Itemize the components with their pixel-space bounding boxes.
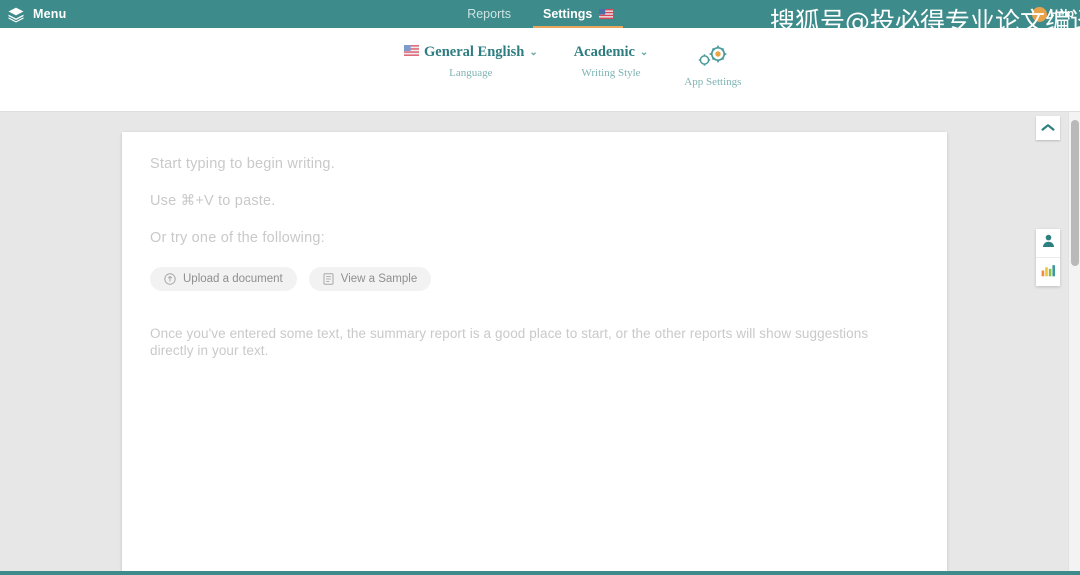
editor-hint-text: Once you've entered some text, the summa…	[150, 326, 869, 359]
placeholder-line-2: Use ⌘+V to paste.	[150, 193, 276, 209]
upload-circle-icon	[164, 273, 176, 285]
side-tools-panel	[1036, 229, 1060, 286]
watermark-text: 搜狐号@投必得专业论文编译	[770, 7, 1080, 36]
placeholder-actions: Upload a document View a Sample	[150, 267, 910, 291]
language-caption: Language	[449, 67, 493, 79]
settings-toolbar: General English ⌄ Language Academic ⌄ Wr…	[0, 28, 1080, 112]
chevron-up-icon	[1041, 119, 1055, 137]
editor-workspace: Start typing to begin writing. Use ⌘+V t…	[0, 112, 1080, 571]
profile-button[interactable]	[1036, 229, 1060, 257]
person-icon	[1042, 234, 1055, 253]
upload-document-button[interactable]: Upload a document	[150, 267, 297, 291]
nav-item-settings[interactable]: Settings	[533, 0, 623, 29]
writing-style-selector[interactable]: Academic ⌄ Writing Style	[574, 44, 649, 79]
chevron-down-icon: ⌄	[529, 47, 538, 58]
writing-style-caption: Writing Style	[581, 67, 641, 79]
vertical-scrollbar[interactable]	[1068, 112, 1080, 571]
upload-document-label: Upload a document	[183, 273, 283, 285]
bottom-bar	[0, 571, 1080, 575]
view-sample-label: View a Sample	[340, 273, 418, 285]
document-icon	[323, 273, 334, 285]
bar-chart-icon	[1041, 263, 1056, 282]
statistics-button[interactable]	[1036, 257, 1060, 286]
us-flag-icon	[598, 1, 613, 29]
chevron-down-icon: ⌄	[639, 47, 649, 58]
document-card[interactable]: Start typing to begin writing. Use ⌘+V t…	[122, 132, 947, 571]
language-value: General English	[424, 44, 525, 60]
collapse-panel-button[interactable]	[1036, 116, 1060, 140]
view-sample-button[interactable]: View a Sample	[308, 267, 432, 291]
placeholder-line-1: Start typing to begin writing.	[150, 156, 335, 172]
placeholder-line-3: Or try one of the following:	[150, 230, 325, 246]
language-selector[interactable]: General English ⌄ Language	[404, 44, 538, 79]
gears-icon	[696, 44, 730, 70]
us-flag-icon	[404, 44, 419, 61]
app-settings-caption: App Settings	[684, 76, 742, 88]
app-settings-button[interactable]: App Settings	[684, 44, 741, 88]
writing-style-value: Academic	[573, 44, 635, 60]
nav-item-reports[interactable]: Reports	[465, 0, 513, 28]
scrollbar-thumb[interactable]	[1071, 120, 1079, 266]
nav-item-settings-label: Settings	[542, 6, 593, 21]
